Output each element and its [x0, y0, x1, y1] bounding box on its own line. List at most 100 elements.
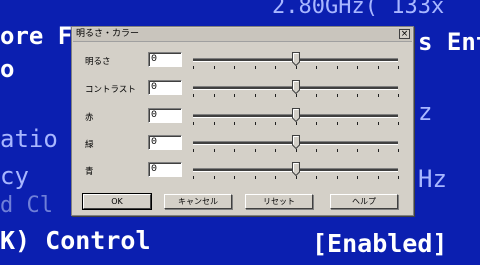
contrast-slider[interactable] — [193, 79, 399, 99]
blue-label: 青 — [85, 167, 94, 177]
contrast-label: コントラスト — [85, 85, 136, 95]
slider-thumb[interactable] — [291, 79, 300, 95]
slider-tick — [295, 66, 297, 69]
close-icon: × — [400, 29, 409, 39]
slider-tick — [193, 66, 194, 69]
row-blue: 青0 — [72, 161, 413, 181]
bios-text-core: ore F — [0, 22, 73, 50]
slider-tick — [316, 176, 317, 179]
slider-tick — [234, 66, 235, 69]
slider-tick — [213, 122, 215, 125]
slider-thumb[interactable] — [291, 134, 300, 150]
slider-tick — [357, 122, 358, 125]
slider-tick — [254, 176, 256, 179]
slider-ticks — [193, 176, 399, 180]
slider-tick — [234, 94, 235, 97]
slider-thumb[interactable] — [291, 51, 300, 67]
slider-tick — [193, 122, 194, 125]
slider-tick — [213, 66, 215, 69]
slider-tick — [377, 122, 379, 125]
bios-text-ratio: atio — [0, 125, 58, 153]
slider-tick — [357, 94, 358, 97]
slider-tick — [234, 122, 235, 125]
slider-tick — [193, 176, 194, 179]
red-value-field[interactable]: 0 — [148, 108, 182, 123]
bios-text-z: z — [418, 98, 433, 126]
slider-tick — [316, 149, 317, 152]
slider-tick — [254, 149, 256, 152]
slider-thumb[interactable] — [291, 161, 300, 177]
bios-text-ent: s Ent — [418, 28, 480, 56]
slider-ticks — [193, 149, 399, 153]
green-slider[interactable] — [193, 134, 399, 154]
slider-tick — [398, 66, 399, 69]
slider-tick — [377, 66, 379, 69]
slider-tick — [193, 149, 194, 152]
slider-tick — [336, 66, 338, 69]
bios-cpu-frequency: 2.80GHz( 133x — [272, 0, 445, 19]
bios-text-enabled: [Enabled] — [312, 229, 448, 258]
slider-ticks — [193, 66, 399, 70]
slider-tick — [295, 149, 297, 152]
row-red: 赤0 — [72, 107, 413, 127]
slider-tick — [336, 94, 338, 97]
slider-tick — [275, 122, 276, 125]
bios-text-clock: d Cl — [0, 193, 53, 218]
slider-tick — [336, 149, 338, 152]
ok-button[interactable]: OK — [82, 193, 152, 210]
bios-text-control: K) Control — [0, 226, 151, 255]
slider-tick — [377, 94, 379, 97]
bios-text-hz: Hz — [418, 165, 447, 193]
slider-tick — [357, 176, 358, 179]
slider-tick — [398, 122, 399, 125]
slider-tick — [193, 94, 194, 97]
slider-tick — [398, 176, 399, 179]
green-value-field[interactable]: 0 — [148, 135, 182, 150]
brightness-label: 明るさ — [85, 57, 111, 67]
brightness-color-dialog: 明るさ・カラー × 明るさ 0 コントラスト 0 赤 0 緑 0 青 0 OK キャンセル リセッ… — [71, 26, 414, 216]
slider-tick — [316, 66, 317, 69]
blue-value-field[interactable]: 0 — [148, 162, 182, 177]
close-button[interactable]: × — [399, 29, 410, 39]
slider-tick — [316, 94, 317, 97]
help-button[interactable]: ヘルプ — [330, 194, 398, 209]
slider-tick — [275, 66, 276, 69]
green-label: 緑 — [85, 140, 94, 150]
slider-tick — [254, 66, 256, 69]
contrast-value-field[interactable]: 0 — [148, 80, 182, 95]
slider-tick — [213, 94, 215, 97]
bios-text-o: o — [0, 55, 15, 83]
red-slider[interactable] — [193, 107, 399, 127]
slider-tick — [213, 176, 215, 179]
blue-slider[interactable] — [193, 161, 399, 181]
slider-tick — [213, 149, 215, 152]
row-brightness: 明るさ 0 — [72, 51, 413, 71]
slider-tick — [357, 149, 358, 152]
slider-tick — [336, 176, 338, 179]
slider-tick — [254, 94, 256, 97]
dialog-titlebar[interactable]: 明るさ・カラー × — [73, 28, 412, 42]
slider-tick — [295, 94, 297, 97]
slider-tick — [316, 122, 317, 125]
slider-tick — [234, 176, 235, 179]
bios-text-cy: cy — [0, 162, 29, 190]
brightness-value-field[interactable]: 0 — [148, 52, 182, 67]
slider-thumb[interactable] — [291, 107, 300, 123]
reset-button[interactable]: リセット — [245, 194, 313, 209]
slider-tick — [295, 122, 297, 125]
slider-ticks — [193, 122, 399, 126]
row-green: 緑0 — [72, 134, 413, 154]
slider-tick — [398, 94, 399, 97]
brightness-slider[interactable] — [193, 51, 399, 71]
dialog-title: 明るさ・カラー — [76, 29, 140, 39]
red-label: 赤 — [85, 113, 94, 123]
row-contrast: コントラスト 0 — [72, 79, 413, 99]
slider-tick — [377, 176, 379, 179]
slider-tick — [398, 149, 399, 152]
slider-tick — [234, 149, 235, 152]
slider-tick — [377, 149, 379, 152]
slider-tick — [275, 149, 276, 152]
slider-tick — [336, 122, 338, 125]
cancel-button[interactable]: キャンセル — [164, 194, 232, 209]
slider-tick — [357, 66, 358, 69]
